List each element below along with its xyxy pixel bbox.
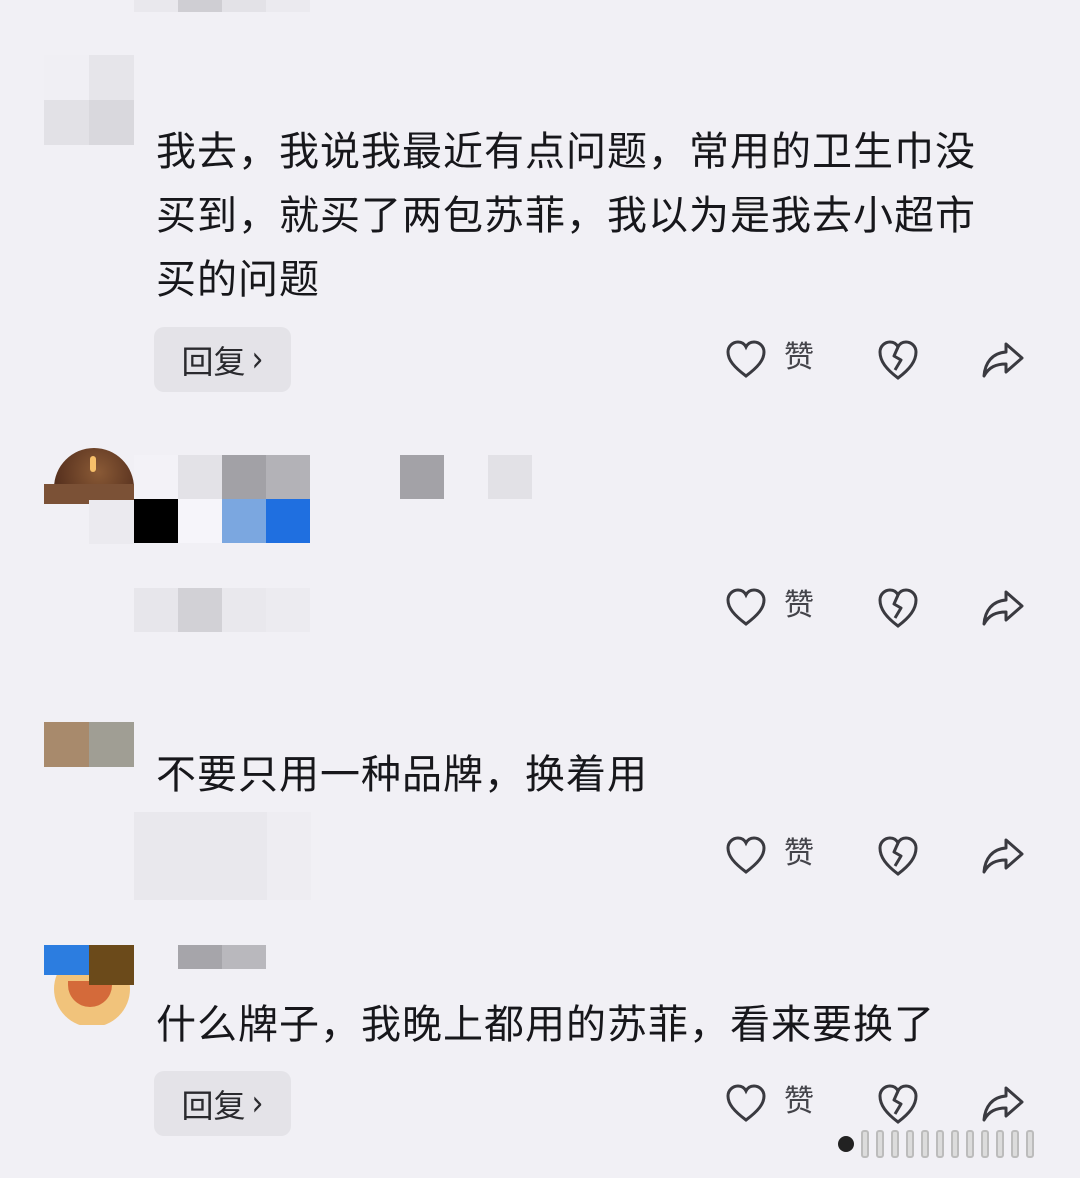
comment-actions: 赞 [0,584,1080,644]
comment-text: 我去，我说我最近有点问题，常用的卫生巾没买到，就买了两包苏菲，我以为是我去小超市… [156,129,976,303]
pixelated-username [134,455,310,543]
share-arrow-icon[interactable] [980,586,1026,630]
heart-icon[interactable] [724,338,768,382]
comment-text: 什么牌子，我晚上都用的苏菲，看来要换了 [156,1002,935,1048]
share-arrow-icon[interactable] [980,1082,1026,1126]
avatar[interactable] [44,722,134,767]
share-arrow-icon[interactable] [980,834,1026,878]
broken-heart-icon[interactable] [876,586,920,630]
broken-heart-icon[interactable] [876,834,920,878]
avatar[interactable] [44,945,134,1025]
share-arrow-icon[interactable] [980,338,1026,382]
heart-icon[interactable] [724,586,768,630]
heart-icon[interactable] [724,1082,768,1126]
pixelated-username [89,500,134,544]
like-label[interactable]: 赞 [784,832,814,876]
avatar[interactable] [44,55,134,145]
comment-actions: 赞 [0,336,1080,396]
heart-icon[interactable] [724,834,768,878]
like-label[interactable]: 赞 [784,584,814,628]
pixelated-header-remnant [134,0,310,12]
watermark-logo [838,1130,1034,1158]
pixelated-username [178,945,266,969]
comment-text: 不要只用一种品牌，换着用 [156,752,648,798]
broken-heart-icon[interactable] [876,338,920,382]
like-label[interactable]: 赞 [784,336,814,380]
avatar[interactable] [44,448,134,504]
like-label[interactable]: 赞 [784,1080,814,1124]
broken-heart-icon[interactable] [876,1082,920,1126]
comment-actions: 赞 [0,832,1080,892]
pixelated-time [400,455,532,499]
